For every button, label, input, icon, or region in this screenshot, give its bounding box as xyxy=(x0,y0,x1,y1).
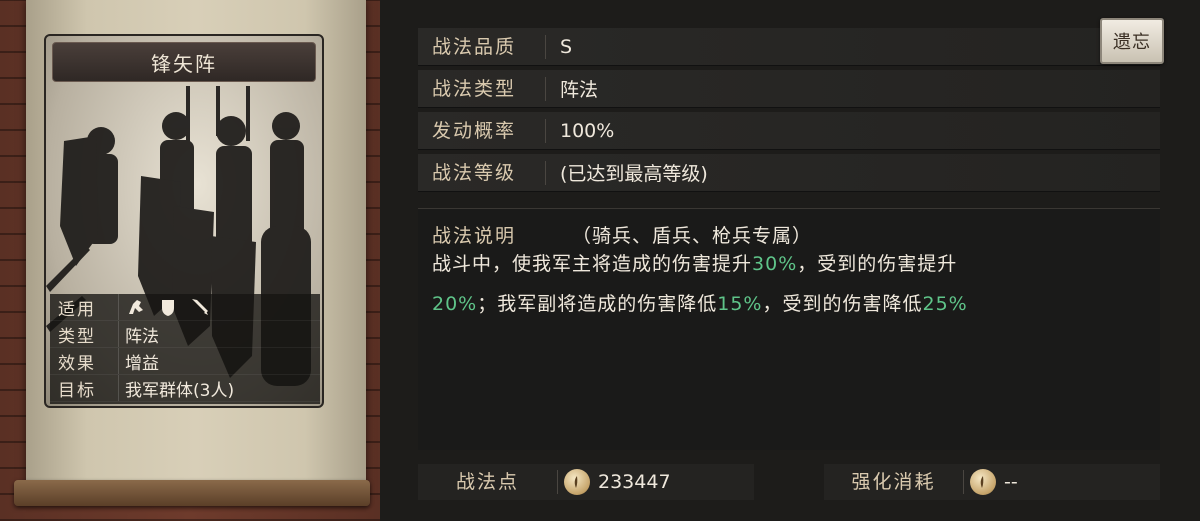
level-label: 战法等级 xyxy=(418,160,546,185)
description-line-1: 战斗中，使我军主将造成的伤害提升30%，受到的伤害提升 xyxy=(432,249,957,276)
description-label: 战法说明 xyxy=(432,225,517,247)
info-label: 目标 xyxy=(58,380,96,401)
points-label: 战法点 xyxy=(418,470,558,494)
points-value: 233447 xyxy=(598,471,671,493)
info-value: 阵法 xyxy=(118,321,159,347)
description-text: ，受到的伤害提升 xyxy=(797,253,958,275)
description-text: ；我军副将造成的伤害降低 xyxy=(477,293,718,315)
scroll-rod xyxy=(14,480,370,506)
description-text: ，受到的伤害降低 xyxy=(762,293,923,315)
tactic-details-panel: 战法品质 S 战法类型 阵法 发动概率 100% 战法等级 (已达到最高等级) … xyxy=(418,20,1160,450)
cavalry-icon xyxy=(129,300,143,314)
type-value: 阵法 xyxy=(560,79,599,101)
description-restriction: （骑兵、盾兵、枪兵专属） xyxy=(572,225,813,247)
cost-value: -- xyxy=(1004,471,1018,493)
info-row-type: 类型 阵法 xyxy=(50,321,320,348)
level-value: (已达到最高等级) xyxy=(560,163,708,185)
tactic-points-bar: 战法点 233447 xyxy=(418,464,754,500)
tactic-card: 锋矢阵 适用 类型 阵法 效果 增益 目标 我军群体(3人) xyxy=(44,34,324,408)
info-label: 类型 xyxy=(58,326,96,347)
cost-label: 强化消耗 xyxy=(824,470,964,494)
description-box: 战法说明 （骑兵、盾兵、枪兵专属） 战斗中，使我军主将造成的伤害提升30%，受到… xyxy=(418,208,1160,450)
type-label: 战法类型 xyxy=(418,76,546,101)
forget-button[interactable]: 遗忘 xyxy=(1100,18,1164,64)
info-value: 我军群体(3人) xyxy=(118,375,234,401)
spear-icon xyxy=(192,299,208,315)
quality-row: 战法品质 S xyxy=(418,28,1160,66)
type-row: 战法类型 阵法 xyxy=(418,70,1160,108)
description-highlight: 20% xyxy=(432,293,478,315)
rate-label: 发动概率 xyxy=(418,118,546,143)
description-highlight: 30% xyxy=(752,253,798,275)
level-row: 战法等级 (已达到最高等级) xyxy=(418,154,1160,192)
info-label: 效果 xyxy=(58,353,96,374)
rate-row: 发动概率 100% xyxy=(418,112,1160,150)
description-highlight: 25% xyxy=(922,293,968,315)
description-text: 战斗中，使我军主将造成的伤害提升 xyxy=(432,253,753,275)
info-row-target: 目标 我军群体(3人) xyxy=(50,375,320,402)
quality-value: S xyxy=(560,35,573,58)
description-highlight: 15% xyxy=(717,293,763,315)
rate-value: 100% xyxy=(560,119,615,142)
description-line-2: 20%；我军副将造成的伤害降低15%，受到的伤害降低25% xyxy=(432,289,968,316)
card-info-box: 适用 类型 阵法 效果 增益 目标 我军群体(3人) xyxy=(50,294,320,404)
shield-icon xyxy=(162,300,174,316)
tactic-point-coin-icon xyxy=(564,469,590,495)
info-row-applicable: 适用 xyxy=(50,294,320,321)
quality-label: 战法品质 xyxy=(418,34,546,59)
info-row-effect: 效果 增益 xyxy=(50,348,320,375)
tactic-name: 锋矢阵 xyxy=(151,51,217,76)
info-label: 适用 xyxy=(58,299,96,320)
info-value: 增益 xyxy=(118,348,159,374)
upgrade-cost-bar: 强化消耗 -- xyxy=(824,464,1160,500)
card-title-bar: 锋矢阵 xyxy=(52,42,316,82)
tactic-point-coin-icon xyxy=(970,469,996,495)
unit-type-icons xyxy=(118,294,211,320)
